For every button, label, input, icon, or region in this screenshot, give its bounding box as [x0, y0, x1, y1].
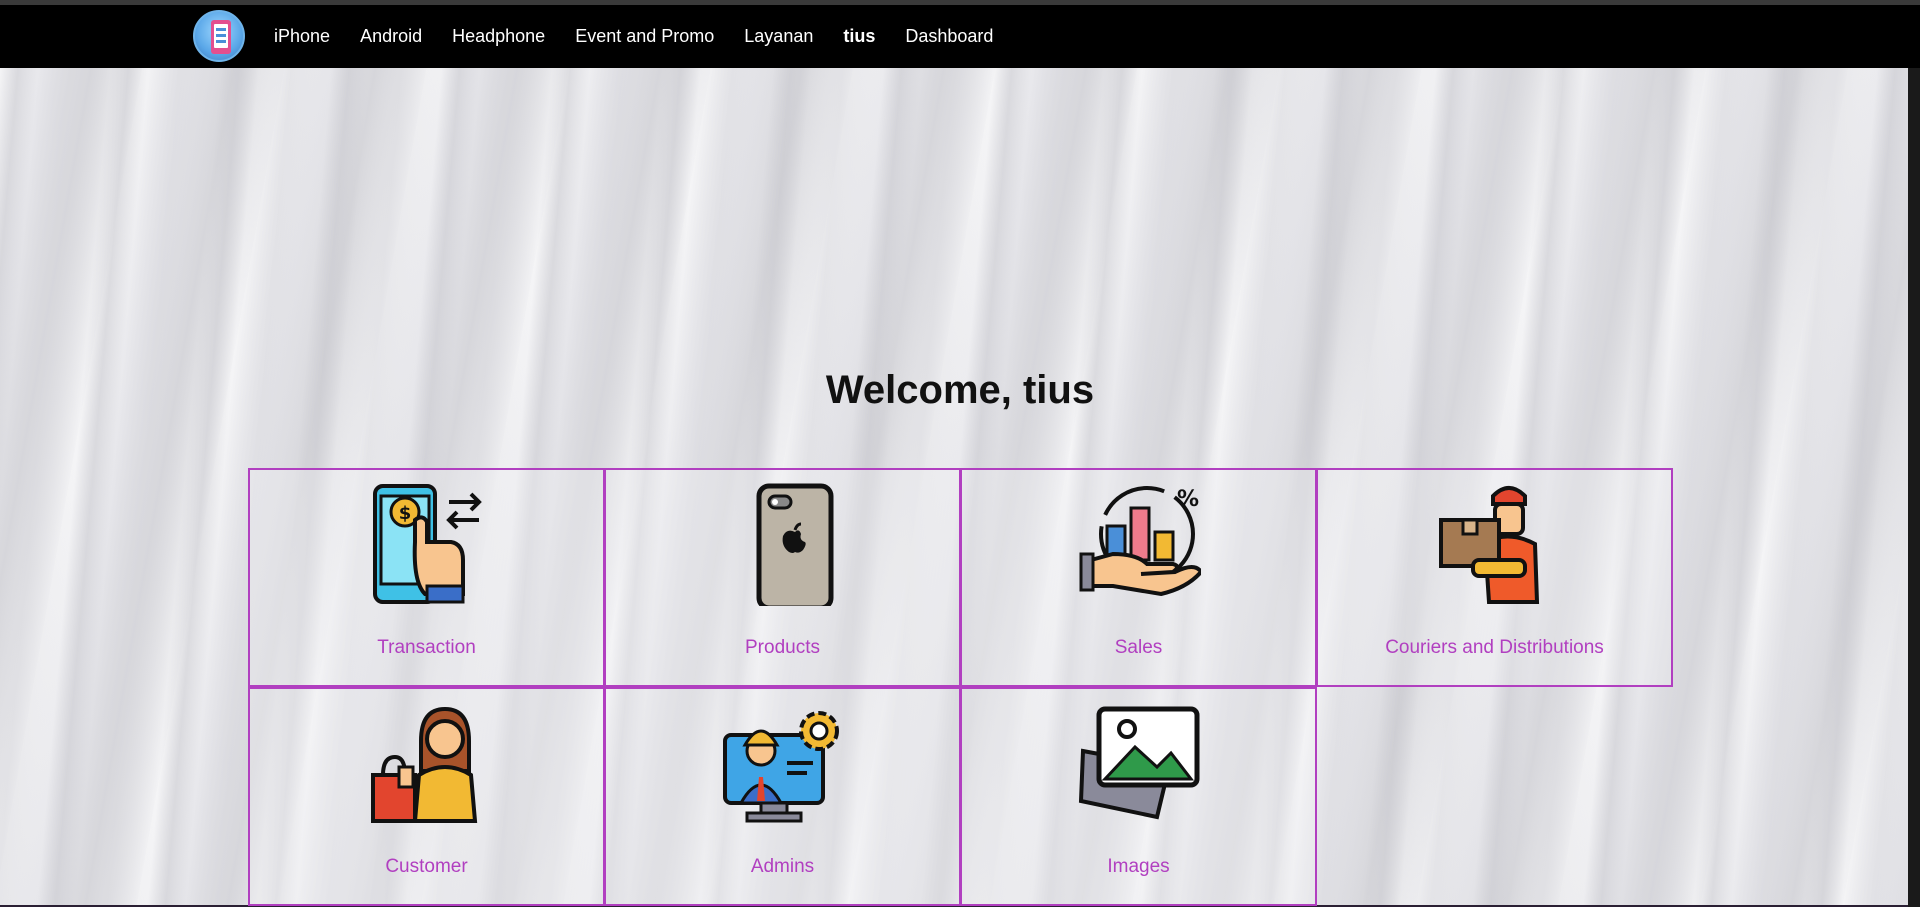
- card-products[interactable]: Products: [604, 468, 961, 687]
- nav-link-user[interactable]: tius: [843, 26, 875, 47]
- card-sales[interactable]: % Sales: [960, 468, 1317, 687]
- card-customer[interactable]: Customer: [248, 687, 605, 906]
- scrollbar[interactable]: [1908, 68, 1920, 907]
- welcome-heading: Welcome, tius: [825, 368, 1095, 412]
- nav-link-headphone[interactable]: Headphone: [452, 26, 545, 47]
- phone-store-logo-icon[interactable]: [193, 10, 245, 62]
- card-couriers[interactable]: Couriers and Distributions: [1316, 468, 1673, 687]
- card-label: Customer: [385, 856, 468, 877]
- card-label: Couriers and Distributions: [1385, 637, 1604, 658]
- images-icon: [1078, 706, 1199, 820]
- card-label: Sales: [1114, 637, 1163, 658]
- nav-links: iPhone Android Headphone Event and Promo…: [274, 5, 1023, 68]
- card-label: Admins: [750, 856, 815, 877]
- mobile-payment-icon: $: [372, 484, 482, 604]
- admin-icon: [722, 711, 839, 823]
- navbar: iPhone Android Headphone Event and Promo…: [0, 5, 1920, 68]
- card-transaction[interactable]: $ Transaction: [248, 468, 605, 687]
- card-label: Transaction: [377, 637, 476, 658]
- nav-link-layanan[interactable]: Layanan: [744, 26, 813, 47]
- sales-chart-icon: %: [1079, 486, 1201, 597]
- card-label: Images: [1107, 856, 1170, 877]
- card-admins[interactable]: Admins: [604, 687, 961, 906]
- svg-text:$: $: [398, 503, 411, 524]
- card-label: Products: [745, 637, 820, 658]
- nav-link-iphone[interactable]: iPhone: [274, 26, 330, 47]
- nav-link-event-promo[interactable]: Event and Promo: [575, 26, 714, 47]
- card-images[interactable]: Images: [960, 687, 1317, 906]
- nav-link-android[interactable]: Android: [360, 26, 422, 47]
- courier-icon: [1438, 486, 1539, 604]
- svg-text:%: %: [1177, 487, 1199, 512]
- iphone-icon: [756, 483, 833, 606]
- customer-shopping-icon: [370, 706, 477, 823]
- nav-link-dashboard[interactable]: Dashboard: [905, 26, 993, 47]
